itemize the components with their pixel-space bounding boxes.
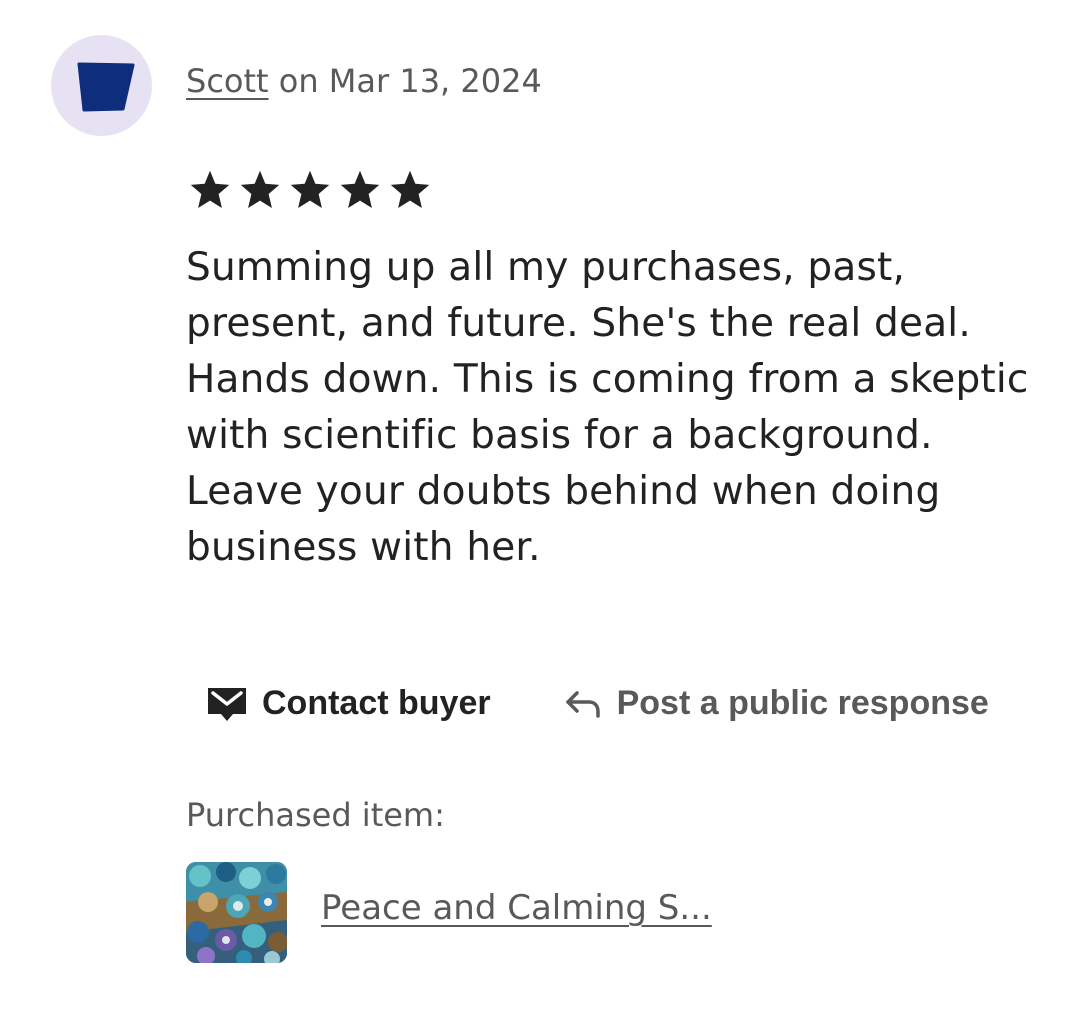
star-icon [340, 170, 380, 208]
envelope-icon [208, 687, 246, 721]
purchased-item-label: Purchased item: [186, 796, 445, 834]
purchased-item-thumbnail[interactable] [186, 862, 287, 963]
review-meta: Scott on Mar 13, 2024 [186, 62, 542, 100]
review-text: Summing up all my purchases, past, prese… [186, 245, 1029, 570]
avatar-shape-icon [77, 62, 135, 112]
reply-arrow-icon [565, 690, 600, 718]
contact-buyer-label: Contact buyer [262, 684, 491, 722]
bead-jewelry-thumbnail-image [186, 862, 287, 963]
reviewer-name-link[interactable]: Scott [186, 62, 269, 100]
star-icon [290, 170, 330, 208]
star-rating [188, 168, 432, 212]
star-icon [390, 170, 430, 208]
post-public-response-button[interactable]: Post a public response [563, 684, 989, 723]
review-actions: Contact buyer Post a public response [206, 684, 989, 723]
post-public-response-label: Post a public response [616, 684, 989, 722]
avatar[interactable] [51, 35, 152, 136]
star-icon [190, 170, 230, 208]
review-date: on Mar 13, 2024 [278, 62, 542, 100]
contact-buyer-button[interactable]: Contact buyer [206, 684, 491, 723]
star-icon [240, 170, 280, 208]
purchased-item-link[interactable]: Peace and Calming S... [321, 888, 712, 928]
